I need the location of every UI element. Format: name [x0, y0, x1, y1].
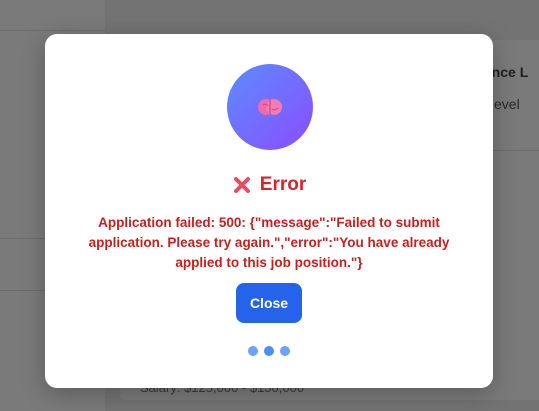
error-message: Application failed: 500: {"message":"Fai…: [88, 215, 450, 270]
error-title: Error: [259, 174, 307, 195]
close-button[interactable]: Close: [236, 283, 302, 323]
avatar: [227, 64, 313, 150]
loading-dot: [248, 346, 258, 356]
error-title-row: Error: [45, 174, 493, 196]
brain-icon: [258, 99, 282, 115]
loading-dot: [264, 346, 274, 356]
error-modal: Error Application failed: 500: {"message…: [45, 34, 493, 388]
cross-mark-icon: [233, 177, 250, 193]
background-job-level: evel: [494, 96, 520, 112]
loading-dots-icon: [45, 346, 493, 356]
loading-dot: [280, 346, 290, 356]
